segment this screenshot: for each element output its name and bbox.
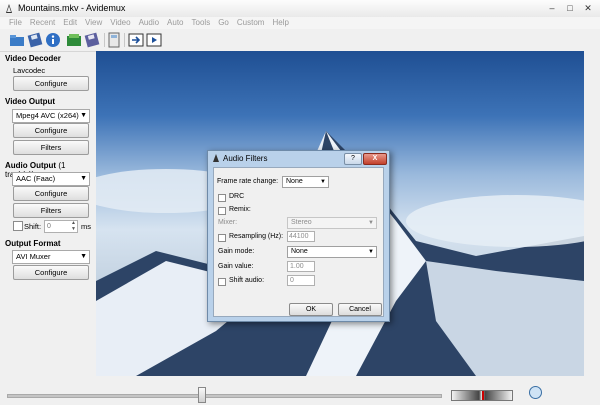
menu-go[interactable]: Go — [214, 17, 233, 29]
minimize-button[interactable]: – — [544, 2, 560, 14]
video-decoder-value: Lavcodec — [13, 66, 46, 75]
menu-bar: File Recent Edit View Video Audio Auto T… — [0, 17, 600, 29]
chevron-down-icon: ▼ — [368, 220, 374, 226]
dialog-help-button[interactable]: ? — [344, 153, 362, 165]
gain-mode-label: Gain mode: — [218, 248, 255, 255]
dialog-body: Frame rate change: None ▼ DRC Remix: Mixe… — [213, 167, 384, 317]
resampling-input[interactable]: 44100 — [287, 231, 315, 242]
shift-unit: ms — [81, 222, 91, 231]
gain-value-label: Gain value: — [218, 263, 254, 270]
maximize-button[interactable]: □ — [562, 2, 578, 14]
menu-help[interactable]: Help — [268, 17, 292, 29]
drc-checkbox[interactable] — [218, 194, 226, 202]
spin-arrows-icon[interactable]: ▲ ▼ — [71, 220, 76, 232]
resampling-label: Resampling (Hz): — [229, 233, 284, 240]
avidemux-icon — [6, 4, 12, 13]
frame-rate-select[interactable]: None ▼ — [282, 176, 329, 188]
open-icon[interactable] — [9, 32, 25, 48]
output-format-configure-button[interactable]: Configure — [13, 265, 89, 280]
resampling-checkbox[interactable] — [218, 234, 226, 242]
calculator-icon[interactable] — [106, 32, 122, 48]
shift-audio-input[interactable]: 0 — [287, 275, 315, 286]
remix-label: Remix: — [229, 206, 251, 213]
seek-track[interactable] — [7, 394, 442, 398]
chevron-down-icon: ▼ — [80, 175, 87, 182]
mixer-label: Mixer: — [218, 219, 238, 226]
video-decoder-title: Video Decoder — [5, 54, 61, 63]
volume-marker — [482, 391, 484, 400]
menu-audio[interactable]: Audio — [135, 17, 163, 29]
toolbar-separator — [124, 33, 125, 47]
audio-filters-dialog: Audio Filters ? X Frame rate change: Non… — [207, 150, 390, 322]
output-format-title: Output Format — [5, 239, 61, 248]
close-button[interactable]: ✕ — [580, 2, 596, 14]
chevron-down-icon: ▼ — [320, 179, 326, 185]
title-bar: Mountains.mkv - Avidemux – □ ✕ — [0, 0, 600, 18]
shift-audio-label: Shift audio: — [229, 277, 265, 284]
save-folder-icon[interactable] — [84, 32, 100, 48]
video-output-select[interactable]: Mpeg4 AVC (x264) ▼ — [12, 109, 90, 123]
remix-checkbox[interactable] — [218, 207, 226, 215]
chevron-down-icon: ▼ — [80, 253, 87, 260]
chevron-down-icon: ▼ — [80, 112, 87, 119]
gain-mode-select[interactable]: None ▼ — [287, 246, 377, 258]
navigation-bar — [0, 381, 600, 405]
output-format-select[interactable]: AVI Muxer ▼ — [12, 250, 90, 264]
audio-output-selected: AAC (Faac) — [16, 174, 56, 183]
shift-label: Shift: — [24, 222, 42, 231]
menu-video[interactable]: Video — [106, 17, 134, 29]
menu-edit[interactable]: Edit — [59, 17, 81, 29]
video-decoder-configure-button[interactable]: Configure — [13, 76, 89, 91]
video-output-configure-button[interactable]: Configure — [13, 123, 89, 138]
video-filters-button[interactable]: Filters — [13, 140, 89, 155]
menu-custom[interactable]: Custom — [233, 17, 269, 29]
gain-value-input[interactable]: 1.00 — [287, 261, 315, 272]
open-folder-icon[interactable] — [66, 32, 82, 48]
audio-output-select[interactable]: AAC (Faac) ▼ — [12, 172, 90, 186]
seek-slider-handle[interactable] — [198, 387, 206, 403]
info-icon[interactable] — [45, 32, 61, 48]
dialog-close-button[interactable]: X — [363, 153, 387, 165]
output-format-selected: AVI Muxer — [16, 252, 51, 261]
shift-checkbox[interactable] — [13, 221, 23, 231]
volume-meter[interactable] — [451, 390, 513, 401]
export-icon[interactable] — [128, 32, 144, 48]
window-title: Mountains.mkv - Avidemux — [18, 3, 126, 13]
shift-audio-checkbox[interactable] — [218, 278, 226, 286]
ok-button[interactable]: OK — [289, 303, 333, 316]
audio-output-configure-button[interactable]: Configure — [13, 186, 89, 201]
cancel-button[interactable]: Cancel — [338, 303, 382, 316]
save-icon[interactable] — [27, 32, 43, 48]
audio-filters-button[interactable]: Filters — [13, 203, 89, 218]
video-output-title: Video Output — [5, 97, 56, 106]
toolbar-separator — [104, 33, 105, 47]
menu-recent[interactable]: Recent — [26, 17, 59, 29]
preview-icon[interactable] — [146, 32, 162, 48]
chevron-down-icon: ▼ — [368, 249, 374, 255]
avidemux-icon — [213, 154, 219, 162]
dialog-title: Audio Filters — [212, 154, 267, 163]
sidebar: Video Decoder Lavcodec Configure Video O… — [0, 51, 96, 381]
speaker-icon[interactable] — [529, 386, 542, 399]
video-output-selected: Mpeg4 AVC (x264) — [16, 111, 79, 120]
menu-tools[interactable]: Tools — [188, 17, 215, 29]
frame-rate-label: Frame rate change: — [217, 178, 279, 185]
drc-label: DRC — [229, 193, 245, 200]
menu-auto[interactable]: Auto — [163, 17, 187, 29]
menu-view[interactable]: View — [81, 17, 106, 29]
shift-input[interactable]: 0 ▲ ▼ — [44, 220, 78, 233]
vertical-scrollbar[interactable] — [584, 51, 600, 381]
toolbar — [0, 29, 600, 52]
mixer-select[interactable]: Stereo ▼ — [287, 217, 377, 229]
menu-file[interactable]: File — [5, 17, 26, 29]
